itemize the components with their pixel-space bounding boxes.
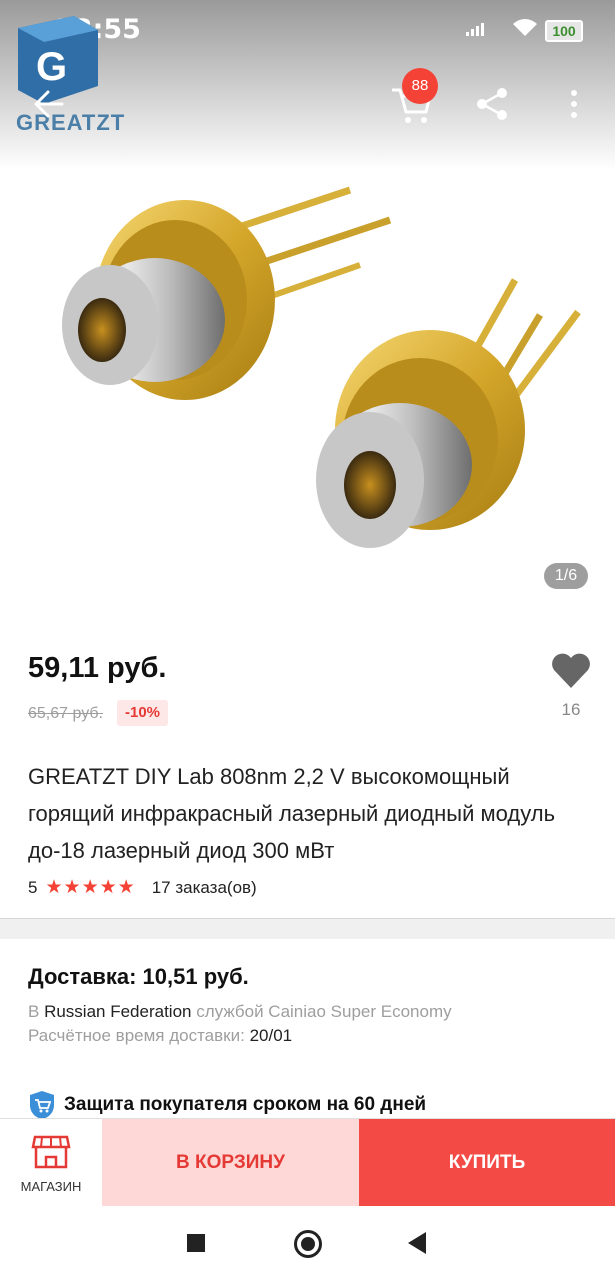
orders-count: 17 заказа(ов) — [151, 877, 257, 897]
share-icon[interactable] — [472, 86, 512, 122]
rating-stars: ★ ★ ★ ★ ★ — [45, 876, 135, 899]
product-price: 59,11 руб. — [28, 652, 167, 684]
store-icon — [31, 1135, 71, 1169]
bottom-action-bar: МАГАЗИН В КОРЗИНУ КУПИТЬ — [0, 1118, 615, 1207]
cart-count-badge: 88 — [402, 68, 438, 104]
image-counter: 1/6 — [544, 563, 588, 589]
buy-now-button[interactable]: КУПИТЬ — [359, 1119, 615, 1207]
shipping-country: Russian Federation — [44, 1002, 192, 1021]
store-button[interactable]: МАГАЗИН — [0, 1119, 102, 1207]
store-label: МАГАЗИН — [20, 1179, 82, 1194]
heart-icon[interactable] — [550, 650, 592, 690]
wishlist-count: 16 — [561, 700, 581, 719]
star-icon: ★ — [117, 877, 135, 898]
section-divider — [0, 918, 615, 939]
shipping-service: службой Cainiao Super Economy — [191, 1002, 452, 1021]
battery-icon: 100 — [545, 20, 583, 42]
shipping-title[interactable]: Доставка: 10,51 руб. — [28, 964, 249, 990]
star-icon: ★ — [63, 877, 81, 898]
star-icon: ★ — [81, 877, 99, 898]
shipping-route: В Russian Federation службой Cainiao Sup… — [28, 1002, 452, 1022]
old-price: 65,67 руб. — [28, 705, 103, 722]
shipping-eta-value: 20/01 — [249, 1026, 293, 1045]
shipping-prefix: В — [28, 1002, 45, 1021]
shield-cart-icon — [30, 1091, 54, 1119]
nav-recents-icon[interactable] — [187, 1234, 205, 1252]
star-icon: ★ — [99, 877, 117, 898]
star-icon: ★ — [45, 877, 63, 898]
svg-text:G: G — [36, 45, 67, 89]
discount-badge: -10% — [117, 700, 169, 726]
protection-text: Защита покупателя сроком на 60 дней — [64, 1094, 427, 1115]
wifi-icon — [513, 19, 537, 36]
nav-back-icon[interactable] — [408, 1232, 426, 1254]
shipping-eta: Расчётное время доставки: 20/01 — [28, 1026, 292, 1046]
buyer-protection[interactable]: Защита покупателя сроком на 60 дней — [28, 1090, 426, 1120]
rating-value: 5 — [28, 877, 38, 897]
back-arrow-icon[interactable] — [28, 86, 68, 122]
more-vert-icon[interactable] — [562, 86, 586, 122]
rating-row[interactable]: 5 ★ ★ ★ ★ ★ 17 заказа(ов) — [28, 876, 257, 899]
nav-home-icon[interactable] — [294, 1230, 322, 1258]
system-nav-bar — [0, 1206, 615, 1280]
product-title: GREATZT DIY Lab 808nm 2,2 V высокомощный… — [28, 764, 556, 863]
shipping-eta-label: Расчётное время доставки: — [28, 1026, 250, 1045]
add-to-cart-button[interactable]: В КОРЗИНУ — [102, 1119, 359, 1207]
signal-icon — [466, 23, 484, 36]
